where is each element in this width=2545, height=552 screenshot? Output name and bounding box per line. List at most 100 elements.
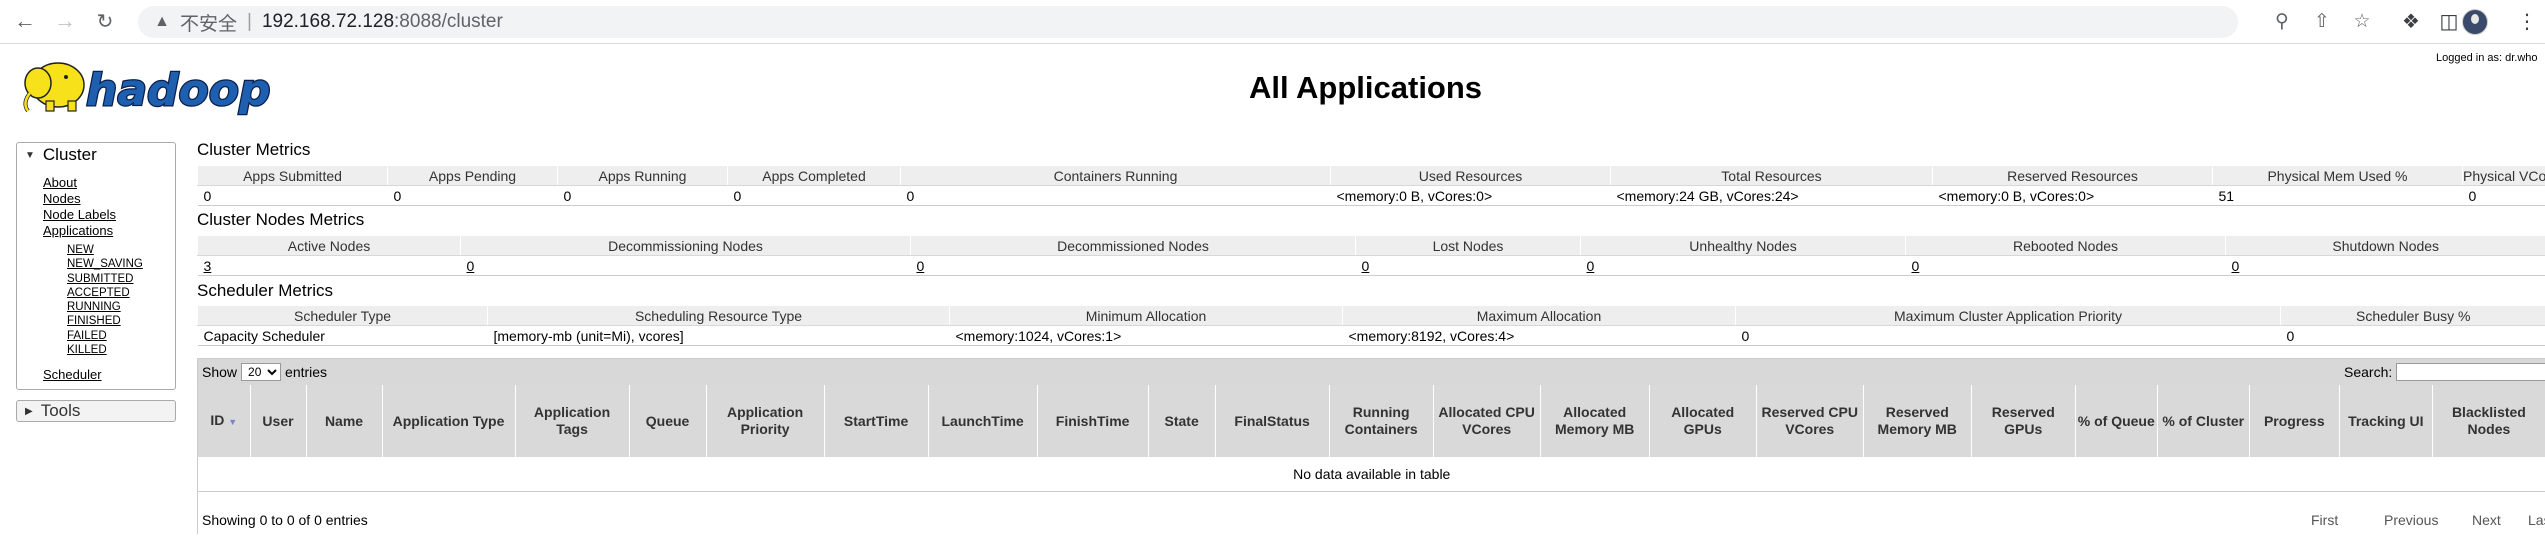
tools-header[interactable]: ▶ Tools <box>16 400 176 423</box>
app-state-submitted[interactable]: SUBMITTED <box>17 272 175 286</box>
app-state-failed[interactable]: FAILED <box>17 329 175 343</box>
value-scheduler-type: Capacity Scheduler <box>197 325 488 346</box>
column-running-containers[interactable]: Running Containers <box>1329 385 1434 457</box>
column-queue[interactable]: Queue <box>629 385 707 457</box>
value-containers-running: 0 <box>900 185 1331 206</box>
applications-panel: Show 20 entries Search: ID ▼ User Name A… <box>197 358 2545 542</box>
header-minimum-allocation: Minimum Allocation <box>949 306 1343 326</box>
url-separator: | <box>247 11 252 32</box>
value-apps-completed: 0 <box>727 185 901 206</box>
app-state-new-saving[interactable]: NEW_SAVING <box>17 257 175 271</box>
column-allocated-memory-mb[interactable]: Allocated Memory MB <box>1540 385 1650 457</box>
column-application-priority[interactable]: Application Priority <box>706 385 825 457</box>
apps-footer: Showing 0 to 0 of 0 entries First Previo… <box>198 492 2545 542</box>
column-percent-of-queue[interactable]: % of Queue <box>2075 385 2158 457</box>
column-allocated-gpus[interactable]: Allocated GPUs <box>1649 385 1757 457</box>
pager-next[interactable]: Next <box>2472 512 2501 528</box>
cluster-metrics-title: Cluster Metrics <box>197 140 311 159</box>
header-active-nodes: Active Nodes <box>197 236 461 256</box>
forward-icon[interactable]: → <box>50 6 80 36</box>
app-state-new[interactable]: NEW <box>17 243 175 257</box>
column-allocated-cpu-vcores[interactable]: Allocated CPU VCores <box>1433 385 1541 457</box>
collapse-triangle-icon: ▼ <box>25 149 35 161</box>
scheduler-metrics-table: Scheduler Type Scheduling Resource Type … <box>197 306 2545 346</box>
app-state-finished[interactable]: FINISHED <box>17 314 175 328</box>
column-finish-time[interactable]: FinishTime <box>1037 385 1149 457</box>
show-label: Show <box>202 364 238 380</box>
zoom-icon[interactable]: ⚲ <box>2270 10 2294 34</box>
page-size-select[interactable]: 20 <box>241 363 282 381</box>
column-final-status[interactable]: FinalStatus <box>1215 385 1330 457</box>
link-rebooted-nodes[interactable]: 0 <box>1912 258 1920 274</box>
column-tracking-ui[interactable]: Tracking UI <box>2339 385 2433 457</box>
column-progress[interactable]: Progress <box>2249 385 2340 457</box>
header-lost-nodes: Lost Nodes <box>1355 236 1581 256</box>
column-reserved-gpus[interactable]: Reserved GPUs <box>1971 385 2076 457</box>
header-total-resources: Total Resources <box>1610 166 1933 186</box>
app-state-killed[interactable]: KILLED <box>17 343 175 357</box>
share-icon[interactable]: ⇧ <box>2310 10 2334 34</box>
sidepanel-icon[interactable]: ◫ <box>2436 9 2462 35</box>
header-decommissioned-nodes: Decommissioned Nodes <box>910 236 1356 256</box>
header-decommissioning-nodes: Decommissioning Nodes <box>460 236 911 256</box>
value-scheduling-resource-type: [memory-mb (unit=Mi), vcores] <box>487 325 950 346</box>
app-state-accepted[interactable]: ACCEPTED <box>17 286 175 300</box>
node-metrics-table: Active Nodes Decommissioning Nodes Decom… <box>197 236 2545 276</box>
column-id[interactable]: ID ▼ <box>198 385 251 457</box>
header-scheduler-busy: Scheduler Busy % <box>2280 306 2545 326</box>
sidebar: ▼ Cluster About Nodes Node Labels Applic… <box>16 142 176 423</box>
column-blacklisted-nodes[interactable]: Blacklisted Nodes <box>2432 385 2545 457</box>
profile-avatar[interactable] <box>2462 9 2488 35</box>
column-state[interactable]: State <box>1148 385 1216 457</box>
value-reserved-resources: <memory:0 B, vCores:0> <box>1932 185 2213 206</box>
pager-first[interactable]: First <box>2311 512 2338 528</box>
sidebar-link-nodes[interactable]: Nodes <box>17 191 175 207</box>
column-reserved-cpu-vcores[interactable]: Reserved CPU VCores <box>1756 385 1864 457</box>
header-physical-mem-used: Physical Mem Used % <box>2212 166 2463 186</box>
column-name[interactable]: Name <box>306 385 383 457</box>
sidebar-link-applications[interactable]: Applications <box>17 223 175 239</box>
column-reserved-memory-mb[interactable]: Reserved Memory MB <box>1863 385 1972 457</box>
column-start-time[interactable]: StartTime <box>824 385 929 457</box>
column-launch-time[interactable]: LaunchTime <box>928 385 1038 457</box>
pager-last[interactable]: Last <box>2528 512 2545 528</box>
bookmark-star-icon[interactable]: ☆ <box>2350 10 2374 34</box>
link-shutdown-nodes[interactable]: 0 <box>2232 258 2240 274</box>
applications-table: ID ▼ User Name Application Type Applicat… <box>198 385 2545 492</box>
header-apps-running: Apps Running <box>557 166 728 186</box>
cluster-header[interactable]: ▼ Cluster <box>17 143 175 167</box>
menu-icon[interactable]: ⋮ <box>2514 9 2540 35</box>
sidebar-link-node-labels[interactable]: Node Labels <box>17 207 175 223</box>
value-apps-running: 0 <box>557 185 728 206</box>
search-control: Search: <box>2344 363 2545 381</box>
header-maximum-allocation: Maximum Allocation <box>1342 306 1736 326</box>
logged-in-label: Logged in as: dr.who <box>2436 52 2538 64</box>
value-apps-pending: 0 <box>387 185 558 206</box>
back-icon[interactable]: ← <box>10 6 40 36</box>
pager-previous[interactable]: Previous <box>2384 512 2438 528</box>
column-percent-of-cluster[interactable]: % of Cluster <box>2157 385 2250 457</box>
column-application-tags[interactable]: Application Tags <box>515 385 630 457</box>
extensions-icon[interactable]: ❖ <box>2398 9 2424 35</box>
sidebar-link-about[interactable]: About <box>17 175 175 191</box>
header-scheduling-resource-type: Scheduling Resource Type <box>487 306 950 326</box>
header-containers-running: Containers Running <box>900 166 1331 186</box>
link-active-nodes[interactable]: 3 <box>204 258 212 274</box>
link-lost-nodes[interactable]: 0 <box>1362 258 1370 274</box>
address-bar[interactable]: ▲ 不安全 | 192.168.72.128 :8088/cluster <box>138 6 2238 38</box>
link-unhealthy-nodes[interactable]: 0 <box>1587 258 1595 274</box>
entries-label: entries <box>285 364 328 380</box>
link-decommissioning-nodes[interactable]: 0 <box>467 258 475 274</box>
url-path: :8088/cluster <box>394 11 503 32</box>
table-info: Showing 0 to 0 of 0 entries <box>202 512 368 528</box>
column-user[interactable]: User <box>250 385 307 457</box>
reload-icon[interactable]: ↻ <box>90 6 120 36</box>
header-rebooted-nodes: Rebooted Nodes <box>1905 236 2226 256</box>
app-state-running[interactable]: RUNNING <box>17 300 175 314</box>
node-metrics-title: Cluster Nodes Metrics <box>197 210 365 229</box>
link-decommissioned-nodes[interactable]: 0 <box>917 258 925 274</box>
search-input[interactable] <box>2396 363 2545 381</box>
column-application-type[interactable]: Application Type <box>382 385 516 457</box>
page-title: All Applications <box>1248 70 1483 105</box>
sidebar-link-scheduler[interactable]: Scheduler <box>17 367 175 383</box>
